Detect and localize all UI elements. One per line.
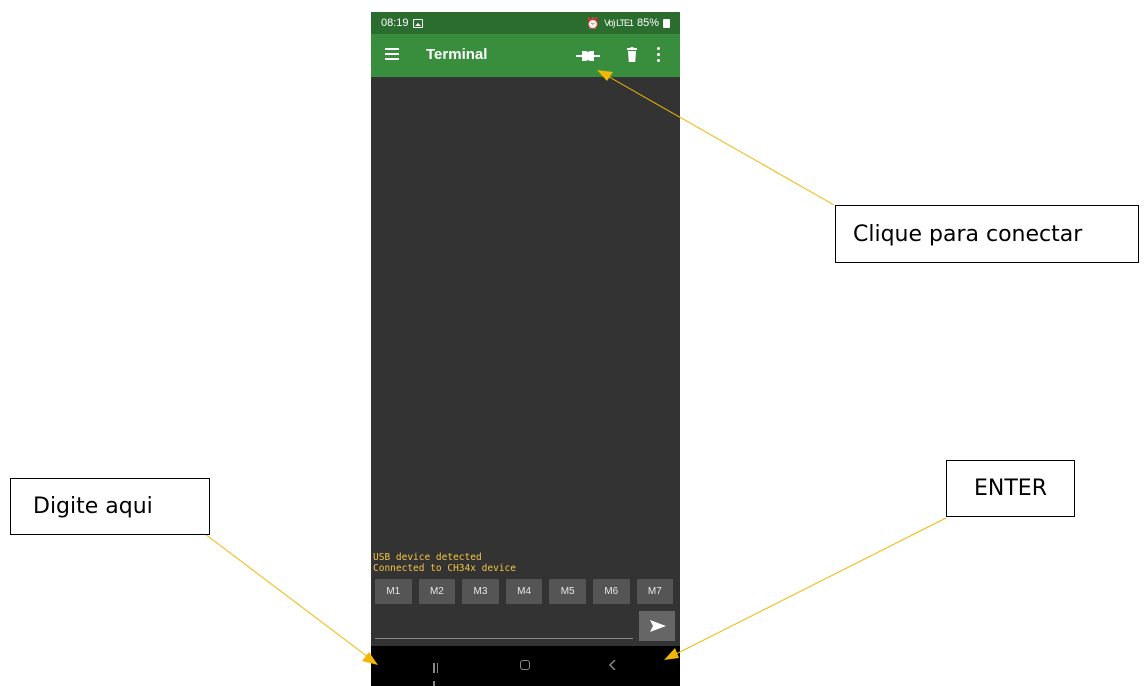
macro-button-m4[interactable]: M4 (505, 579, 543, 604)
callout-type-here: Digite aqui (10, 478, 210, 535)
app-toolbar: Terminal (371, 34, 680, 77)
system-navigation-bar (371, 646, 680, 686)
macro-button-m2[interactable]: M2 (418, 579, 456, 604)
trash-icon[interactable] (627, 47, 637, 62)
overflow-menu-icon[interactable] (657, 47, 661, 62)
alarm-icon: ⏰ (586, 17, 601, 30)
macro-button-m3[interactable]: M3 (462, 579, 499, 604)
gallery-notification-icon (412, 18, 423, 28)
signal-indicator: Vo) LTE1 (604, 18, 634, 28)
callout-connect: Clique para conectar (835, 205, 1139, 263)
terminal-log: USB device detected Connected to CH34x d… (373, 552, 516, 574)
macro-button-row: M1 M2 M3 M4 M5 M6 M7 (375, 579, 676, 604)
toolbar-title: Terminal (426, 46, 488, 63)
log-line: Connected to CH34x device (373, 563, 516, 574)
macro-button-m5[interactable]: M5 (549, 579, 586, 604)
battery-percent: 85% (636, 17, 659, 29)
status-time: 08:19 (381, 17, 409, 29)
back-icon[interactable] (608, 660, 618, 670)
hamburger-menu-icon[interactable] (385, 48, 399, 60)
macro-button-m6[interactable]: M6 (592, 579, 630, 604)
send-arrow-icon (650, 620, 666, 632)
battery-icon (663, 18, 670, 28)
macro-button-m1[interactable]: M1 (375, 579, 412, 604)
plug-connect-icon[interactable] (576, 49, 600, 63)
status-bar: 08:19 ⏰ Vo) LTE1 85% (371, 12, 680, 34)
home-icon[interactable] (520, 660, 530, 670)
phone-screen: 08:19 ⏰ Vo) LTE1 85% Terminal USB device… (371, 12, 680, 686)
terminal-output-area[interactable] (371, 77, 680, 562)
send-text-input[interactable] (375, 612, 633, 639)
macro-button-m7[interactable]: M7 (636, 579, 674, 604)
callout-enter: ENTER (946, 460, 1075, 517)
log-line: USB device detected (373, 552, 482, 563)
send-button[interactable] (639, 611, 675, 641)
recent-apps-icon[interactable] (433, 660, 443, 686)
